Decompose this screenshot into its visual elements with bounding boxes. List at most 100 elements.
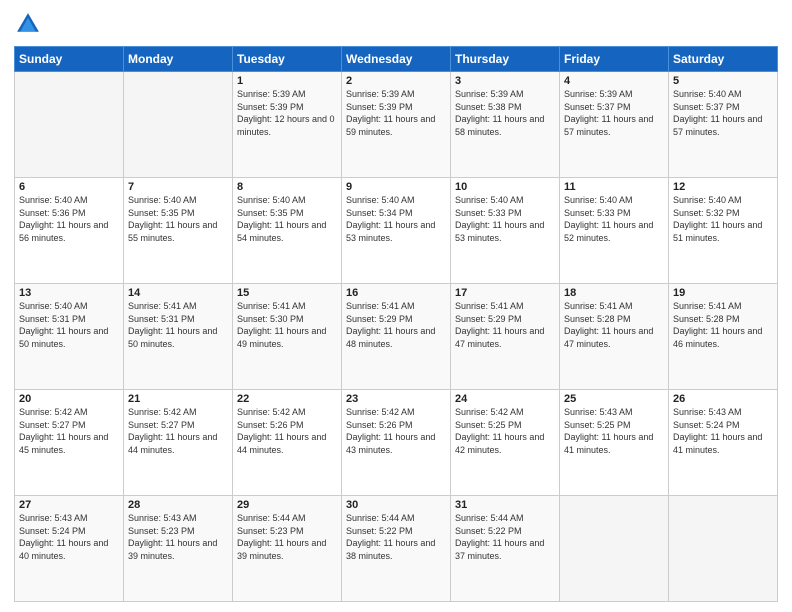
week-row-4: 20Sunrise: 5:42 AM Sunset: 5:27 PM Dayli… (15, 390, 778, 496)
day-info: Sunrise: 5:40 AM Sunset: 5:32 PM Dayligh… (673, 194, 773, 244)
day-number: 19 (673, 287, 773, 299)
day-number: 28 (128, 499, 228, 511)
calendar-cell (669, 496, 778, 602)
calendar-cell: 16Sunrise: 5:41 AM Sunset: 5:29 PM Dayli… (342, 284, 451, 390)
day-info: Sunrise: 5:40 AM Sunset: 5:37 PM Dayligh… (673, 88, 773, 138)
day-info: Sunrise: 5:40 AM Sunset: 5:33 PM Dayligh… (455, 194, 555, 244)
day-number: 26 (673, 393, 773, 405)
logo (14, 10, 46, 38)
day-info: Sunrise: 5:42 AM Sunset: 5:26 PM Dayligh… (237, 406, 337, 456)
calendar-cell: 22Sunrise: 5:42 AM Sunset: 5:26 PM Dayli… (233, 390, 342, 496)
day-info: Sunrise: 5:42 AM Sunset: 5:27 PM Dayligh… (128, 406, 228, 456)
calendar-cell: 30Sunrise: 5:44 AM Sunset: 5:22 PM Dayli… (342, 496, 451, 602)
day-info: Sunrise: 5:39 AM Sunset: 5:39 PM Dayligh… (237, 88, 337, 138)
day-info: Sunrise: 5:40 AM Sunset: 5:35 PM Dayligh… (128, 194, 228, 244)
day-number: 27 (19, 499, 119, 511)
day-number: 12 (673, 181, 773, 193)
day-info: Sunrise: 5:44 AM Sunset: 5:22 PM Dayligh… (455, 512, 555, 562)
calendar-cell: 7Sunrise: 5:40 AM Sunset: 5:35 PM Daylig… (124, 178, 233, 284)
weekday-header-saturday: Saturday (669, 47, 778, 72)
calendar-cell (560, 496, 669, 602)
weekday-header-thursday: Thursday (451, 47, 560, 72)
calendar-cell: 19Sunrise: 5:41 AM Sunset: 5:28 PM Dayli… (669, 284, 778, 390)
day-info: Sunrise: 5:43 AM Sunset: 5:24 PM Dayligh… (673, 406, 773, 456)
day-info: Sunrise: 5:41 AM Sunset: 5:29 PM Dayligh… (455, 300, 555, 350)
day-info: Sunrise: 5:43 AM Sunset: 5:25 PM Dayligh… (564, 406, 664, 456)
day-info: Sunrise: 5:40 AM Sunset: 5:36 PM Dayligh… (19, 194, 119, 244)
week-row-3: 13Sunrise: 5:40 AM Sunset: 5:31 PM Dayli… (15, 284, 778, 390)
day-info: Sunrise: 5:39 AM Sunset: 5:37 PM Dayligh… (564, 88, 664, 138)
calendar-cell: 29Sunrise: 5:44 AM Sunset: 5:23 PM Dayli… (233, 496, 342, 602)
calendar-cell: 28Sunrise: 5:43 AM Sunset: 5:23 PM Dayli… (124, 496, 233, 602)
day-info: Sunrise: 5:42 AM Sunset: 5:25 PM Dayligh… (455, 406, 555, 456)
day-number: 18 (564, 287, 664, 299)
day-info: Sunrise: 5:41 AM Sunset: 5:28 PM Dayligh… (564, 300, 664, 350)
day-info: Sunrise: 5:44 AM Sunset: 5:22 PM Dayligh… (346, 512, 446, 562)
calendar-cell: 31Sunrise: 5:44 AM Sunset: 5:22 PM Dayli… (451, 496, 560, 602)
calendar-cell: 18Sunrise: 5:41 AM Sunset: 5:28 PM Dayli… (560, 284, 669, 390)
day-info: Sunrise: 5:43 AM Sunset: 5:23 PM Dayligh… (128, 512, 228, 562)
weekday-header-sunday: Sunday (15, 47, 124, 72)
calendar-cell: 24Sunrise: 5:42 AM Sunset: 5:25 PM Dayli… (451, 390, 560, 496)
weekday-header-row: SundayMondayTuesdayWednesdayThursdayFrid… (15, 47, 778, 72)
calendar-cell: 26Sunrise: 5:43 AM Sunset: 5:24 PM Dayli… (669, 390, 778, 496)
calendar-cell: 27Sunrise: 5:43 AM Sunset: 5:24 PM Dayli… (15, 496, 124, 602)
weekday-header-tuesday: Tuesday (233, 47, 342, 72)
day-number: 24 (455, 393, 555, 405)
day-number: 11 (564, 181, 664, 193)
calendar-table: SundayMondayTuesdayWednesdayThursdayFrid… (14, 46, 778, 602)
day-number: 31 (455, 499, 555, 511)
day-info: Sunrise: 5:41 AM Sunset: 5:31 PM Dayligh… (128, 300, 228, 350)
day-info: Sunrise: 5:41 AM Sunset: 5:28 PM Dayligh… (673, 300, 773, 350)
calendar-cell: 25Sunrise: 5:43 AM Sunset: 5:25 PM Dayli… (560, 390, 669, 496)
day-info: Sunrise: 5:40 AM Sunset: 5:31 PM Dayligh… (19, 300, 119, 350)
calendar-cell: 20Sunrise: 5:42 AM Sunset: 5:27 PM Dayli… (15, 390, 124, 496)
day-info: Sunrise: 5:40 AM Sunset: 5:35 PM Dayligh… (237, 194, 337, 244)
day-number: 20 (19, 393, 119, 405)
calendar-cell: 12Sunrise: 5:40 AM Sunset: 5:32 PM Dayli… (669, 178, 778, 284)
calendar-cell: 11Sunrise: 5:40 AM Sunset: 5:33 PM Dayli… (560, 178, 669, 284)
calendar-cell: 5Sunrise: 5:40 AM Sunset: 5:37 PM Daylig… (669, 72, 778, 178)
calendar-cell: 17Sunrise: 5:41 AM Sunset: 5:29 PM Dayli… (451, 284, 560, 390)
calendar-cell: 1Sunrise: 5:39 AM Sunset: 5:39 PM Daylig… (233, 72, 342, 178)
day-number: 23 (346, 393, 446, 405)
calendar-cell (15, 72, 124, 178)
calendar-cell: 13Sunrise: 5:40 AM Sunset: 5:31 PM Dayli… (15, 284, 124, 390)
day-info: Sunrise: 5:42 AM Sunset: 5:27 PM Dayligh… (19, 406, 119, 456)
day-number: 16 (346, 287, 446, 299)
page-header (14, 10, 778, 38)
day-number: 21 (128, 393, 228, 405)
day-info: Sunrise: 5:40 AM Sunset: 5:34 PM Dayligh… (346, 194, 446, 244)
calendar-cell: 8Sunrise: 5:40 AM Sunset: 5:35 PM Daylig… (233, 178, 342, 284)
day-info: Sunrise: 5:41 AM Sunset: 5:29 PM Dayligh… (346, 300, 446, 350)
weekday-header-monday: Monday (124, 47, 233, 72)
calendar-cell: 4Sunrise: 5:39 AM Sunset: 5:37 PM Daylig… (560, 72, 669, 178)
day-number: 25 (564, 393, 664, 405)
calendar-cell: 10Sunrise: 5:40 AM Sunset: 5:33 PM Dayli… (451, 178, 560, 284)
day-info: Sunrise: 5:42 AM Sunset: 5:26 PM Dayligh… (346, 406, 446, 456)
calendar-cell: 23Sunrise: 5:42 AM Sunset: 5:26 PM Dayli… (342, 390, 451, 496)
day-number: 10 (455, 181, 555, 193)
day-number: 30 (346, 499, 446, 511)
day-number: 29 (237, 499, 337, 511)
day-number: 7 (128, 181, 228, 193)
day-number: 17 (455, 287, 555, 299)
calendar-cell: 2Sunrise: 5:39 AM Sunset: 5:39 PM Daylig… (342, 72, 451, 178)
logo-icon (14, 10, 42, 38)
calendar-cell (124, 72, 233, 178)
calendar-cell: 3Sunrise: 5:39 AM Sunset: 5:38 PM Daylig… (451, 72, 560, 178)
day-number: 8 (237, 181, 337, 193)
calendar-cell: 21Sunrise: 5:42 AM Sunset: 5:27 PM Dayli… (124, 390, 233, 496)
calendar-cell: 15Sunrise: 5:41 AM Sunset: 5:30 PM Dayli… (233, 284, 342, 390)
calendar-cell: 6Sunrise: 5:40 AM Sunset: 5:36 PM Daylig… (15, 178, 124, 284)
calendar-cell: 14Sunrise: 5:41 AM Sunset: 5:31 PM Dayli… (124, 284, 233, 390)
day-number: 3 (455, 75, 555, 87)
day-number: 5 (673, 75, 773, 87)
day-number: 6 (19, 181, 119, 193)
day-number: 1 (237, 75, 337, 87)
day-number: 13 (19, 287, 119, 299)
day-info: Sunrise: 5:39 AM Sunset: 5:39 PM Dayligh… (346, 88, 446, 138)
weekday-header-friday: Friday (560, 47, 669, 72)
day-number: 22 (237, 393, 337, 405)
day-info: Sunrise: 5:44 AM Sunset: 5:23 PM Dayligh… (237, 512, 337, 562)
